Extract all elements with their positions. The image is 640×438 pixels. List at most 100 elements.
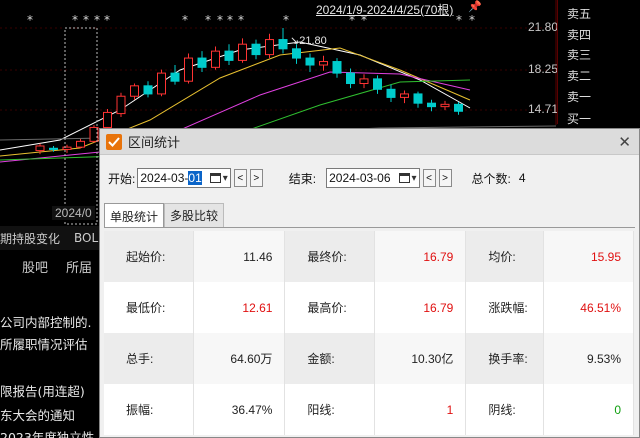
ask3-label: 卖三 bbox=[567, 48, 592, 62]
candle-body bbox=[319, 61, 328, 66]
event-marker[interactable]: * bbox=[456, 13, 462, 27]
stat-label: 金额: bbox=[284, 333, 376, 384]
stat-value: 10.30亿 bbox=[374, 333, 467, 384]
end-date-picker[interactable]: 2024-03-06 ▾ bbox=[326, 168, 420, 188]
candle-body bbox=[278, 39, 288, 50]
stat-label: 振幅: bbox=[104, 384, 195, 435]
stat-label: 均价: bbox=[465, 231, 545, 282]
event-marker[interactable]: * bbox=[94, 13, 100, 27]
price-level-3: 14.71 bbox=[527, 102, 558, 116]
candle-body bbox=[413, 93, 423, 104]
start-prev-button[interactable]: < bbox=[233, 169, 247, 187]
candle-body bbox=[292, 48, 301, 59]
candle-body bbox=[346, 72, 355, 85]
stat-label: 最终价: bbox=[284, 231, 376, 282]
ask4-label: 卖四 bbox=[567, 28, 592, 42]
tab-exchange[interactable]: 所届 bbox=[66, 257, 92, 276]
event-marker[interactable]: * bbox=[469, 13, 475, 27]
start-next-button[interactable]: > bbox=[249, 169, 263, 187]
stats-row: 起始价: 11.46 最终价: 16.79 均价: 15.95 bbox=[104, 231, 634, 282]
ask1-label: 卖一 bbox=[567, 90, 592, 104]
stat-label: 涨跌幅: bbox=[465, 282, 545, 333]
price-level-1: 21.80 bbox=[527, 20, 558, 34]
start-label: 开始: bbox=[108, 171, 136, 186]
checkmark-icon bbox=[106, 133, 122, 150]
event-marker[interactable]: * bbox=[205, 13, 211, 27]
tab-boll[interactable]: BOL bbox=[74, 231, 98, 245]
tab-multi-stock[interactable]: 多股比较 bbox=[164, 203, 225, 227]
news-item[interactable]: 2023年度独立性 bbox=[0, 427, 100, 438]
candle-body bbox=[427, 102, 436, 108]
interval-stats-dialog: 区间统计 ✕ 开始: 2024-03- 01 ▾ < > 结束: 2024-03-… bbox=[99, 128, 640, 438]
stats-row: 最低价: 12.61 最高价: 16.79 涨跌幅: 46.51% bbox=[104, 282, 634, 333]
candle-body bbox=[116, 95, 126, 115]
candle-body bbox=[62, 146, 72, 150]
news-item[interactable]: 所履职情况评估 bbox=[0, 334, 100, 353]
count-label: 总个数: bbox=[471, 171, 511, 186]
selection-box bbox=[64, 27, 98, 225]
calendar-icon[interactable]: ▾ bbox=[209, 173, 228, 184]
end-label: 结束: bbox=[288, 171, 317, 186]
candle-body bbox=[265, 39, 274, 56]
start-date-value: 2024-03- bbox=[140, 171, 189, 185]
pin-icon[interactable]: 📌 bbox=[468, 0, 482, 13]
event-marker[interactable]: * bbox=[27, 13, 33, 27]
news-item[interactable]: 公司内部控制的. bbox=[0, 312, 100, 331]
stat-value: 1 bbox=[374, 384, 467, 435]
candle-body bbox=[386, 88, 396, 98]
stat-value: 16.79 bbox=[374, 231, 467, 282]
ask5-label: 卖五 bbox=[567, 7, 592, 21]
event-marker[interactable]: * bbox=[72, 13, 78, 27]
event-marker[interactable]: * bbox=[217, 13, 223, 27]
range-label[interactable]: 2024/1/9-2024/4/25(70根) bbox=[316, 1, 453, 18]
calendar-icon[interactable]: ▾ bbox=[398, 173, 417, 184]
bid1-label: 买一 bbox=[567, 112, 592, 126]
tab-holdings-change[interactable]: 期持股变化 bbox=[0, 230, 60, 247]
event-marker[interactable]: * bbox=[283, 13, 289, 27]
candle-body bbox=[332, 61, 342, 74]
event-marker[interactable]: * bbox=[104, 13, 110, 27]
close-button[interactable]: ✕ bbox=[618, 133, 631, 151]
candle-body bbox=[143, 85, 153, 95]
stat-label: 最低价: bbox=[104, 282, 195, 333]
tab-single-stock[interactable]: 单股统计 bbox=[104, 203, 165, 228]
stats-row: 总手: 64.60万 金额: 10.30亿 换手率: 9.53% bbox=[104, 333, 634, 384]
stat-label: 阴线: bbox=[465, 384, 545, 435]
candle-body bbox=[130, 85, 139, 97]
tab-guba[interactable]: 股吧 bbox=[22, 257, 48, 276]
candle-body bbox=[224, 50, 234, 61]
left-subtab-bar: 股吧 所届 bbox=[0, 254, 100, 278]
ask2-label: 卖二 bbox=[567, 69, 592, 83]
stat-label: 总手: bbox=[104, 333, 195, 384]
stat-value: 0 bbox=[543, 384, 634, 435]
dialog-title: 区间统计 bbox=[128, 135, 181, 150]
event-marker[interactable]: * bbox=[227, 13, 233, 27]
candle-body bbox=[251, 43, 261, 56]
price-level-2: 18.25 bbox=[527, 62, 558, 76]
left-tab-bar: 期持股变化 BOL bbox=[0, 226, 100, 250]
candle-body bbox=[440, 103, 450, 108]
stat-value: 15.95 bbox=[543, 231, 634, 282]
end-next-button[interactable]: > bbox=[438, 169, 452, 187]
event-marker[interactable]: * bbox=[238, 13, 244, 27]
stat-value: 11.46 bbox=[193, 231, 286, 282]
stat-label: 最高价: bbox=[284, 282, 376, 333]
event-marker[interactable]: * bbox=[182, 13, 188, 27]
event-marker[interactable]: * bbox=[83, 13, 89, 27]
end-prev-button[interactable]: < bbox=[422, 169, 436, 187]
stat-value: 64.60万 bbox=[193, 333, 286, 384]
dialog-titlebar[interactable]: 区间统计 ✕ bbox=[100, 129, 639, 155]
candle-body bbox=[49, 147, 58, 150]
candle-body bbox=[157, 72, 166, 95]
count-value: 4 bbox=[518, 171, 526, 185]
stats-row: 振幅: 36.47% 阳线: 1 阴线: 0 bbox=[104, 384, 634, 435]
news-item[interactable]: 限报告(用连超) bbox=[0, 381, 100, 400]
stat-label: 起始价: bbox=[104, 231, 195, 282]
candle-body bbox=[184, 57, 193, 82]
start-date-picker[interactable]: 2024-03- 01 ▾ bbox=[137, 168, 231, 188]
stat-value: 36.47% bbox=[193, 384, 286, 435]
end-date-value: 2024-03-06 bbox=[329, 171, 391, 185]
news-item[interactable]: 东大会的通知 bbox=[0, 405, 100, 424]
candle-body bbox=[359, 78, 369, 85]
dialog-tabs: 单股统计 多股比较 bbox=[104, 203, 225, 228]
